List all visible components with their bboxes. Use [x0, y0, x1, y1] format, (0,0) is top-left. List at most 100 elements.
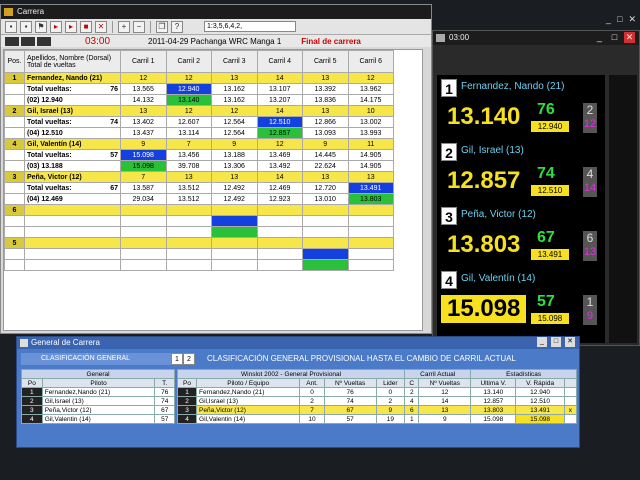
lane-number: 6 [586, 231, 594, 245]
table-row[interactable]: 5 [4, 237, 394, 249]
lane-laps: 13 [302, 171, 349, 183]
toolbar-button-5[interactable]: ▸ [65, 20, 77, 33]
best-lap-label: (02) 12.940 [24, 94, 121, 106]
minus-icon[interactable]: − [133, 20, 145, 33]
table-row[interactable] [4, 248, 394, 260]
tab-2[interactable]: 2 [183, 353, 195, 365]
table-row[interactable]: (04) 12.510 13.437 13.114 12.564 12.857 … [4, 127, 394, 139]
table-row[interactable]: 3 Peña,Victor (12) 7 67 9 6 13 13.803 13… [176, 405, 578, 415]
leaderboard-entry[interactable]: 2 Gil, Israel (13) 12.857 74 12.510 4 14 [437, 139, 605, 203]
table-row[interactable]: 3 Peña, Victor (12) 7 13 13 14 13 13 [4, 171, 394, 183]
close-icon[interactable]: ✕ [624, 32, 635, 43]
lap-count: 74 [537, 165, 555, 182]
table-row[interactable]: 1 Fernandez,Nando (21) 76 [21, 387, 175, 397]
table-row[interactable]: 2 Gil, Israel (13) 13 12 12 14 13 10 [4, 105, 394, 117]
total-label: Total vueltas: 67 [24, 182, 121, 194]
lane-laps: 13 [302, 105, 349, 117]
copy-icon[interactable]: ❐ [156, 20, 168, 33]
lane-laps: 12 [120, 72, 167, 84]
table-row[interactable]: Total vueltas: 76 13.565 12.940 13.162 13… [4, 83, 394, 95]
lap-time: 13.469 [256, 149, 303, 161]
maximize-icon[interactable]: □ [617, 14, 622, 25]
lane-laps: 12 [211, 105, 258, 117]
plus-icon[interactable]: + [118, 20, 130, 33]
lane-laps: 11 [347, 138, 394, 150]
close-icon[interactable]: ✕ [628, 14, 636, 25]
pos-cell: 1 [21, 387, 43, 397]
best-lap: 15.098 [531, 313, 569, 324]
table-row[interactable]: 4 Gil, Valentín (14) 9 7 9 12 9 11 [4, 138, 394, 150]
best-lap: 13.491 [531, 249, 569, 260]
table-row[interactable] [4, 259, 394, 271]
toolbar-button-6[interactable]: ■ [80, 20, 92, 33]
race-name: 2011-04-29 Pachanga WRC Manga 1 [148, 36, 282, 46]
col-header: C [404, 378, 420, 388]
lap-time: 14.132 [120, 94, 167, 106]
lap-time: 13.512 [165, 182, 212, 194]
table-row[interactable]: (04) 12.469 29.034 13.512 12.492 12.923 … [4, 193, 394, 205]
table-row[interactable]: 1 Fernandez,Nando (21) 0 76 0 2 12 13.14… [176, 387, 578, 397]
toolbar-button-7[interactable]: ✕ [95, 20, 107, 33]
lane-order-field[interactable]: 1:3,5,6,4,2, [204, 21, 296, 32]
table-row[interactable]: 1 Fernandez, Nando (21) 12 12 13 14 13 1… [4, 72, 394, 84]
table-row[interactable]: Total vueltas: 67 13.587 13.512 12.492 12… [4, 182, 394, 194]
lane-laps: 7 [120, 171, 167, 183]
last-lap-time: 13.140 [447, 103, 521, 130]
minimize-icon[interactable]: _ [594, 32, 605, 43]
lap-time: 13.114 [165, 127, 212, 139]
table-row[interactable]: 2 Gil,Israel (13) 74 [21, 396, 175, 406]
best-lap-label: (03) 13.188 [24, 160, 121, 172]
lap-time: 13.402 [120, 116, 167, 128]
leaderboard-entry[interactable]: 3 Peña, Victor (12) 13.803 67 13.491 6 1… [437, 203, 605, 267]
lap-time: 12.720 [302, 182, 349, 194]
lap-count: 67 [537, 229, 555, 246]
toolbar-button-4[interactable]: ▸ [50, 20, 62, 33]
race-table: Pos. Apellidos, Nombre (Dorsal) Total de… [4, 50, 394, 271]
status-icons [5, 36, 51, 46]
leaderboard-side-panel [609, 75, 637, 343]
lane-laps: 10 [347, 105, 394, 117]
lap-time: 22.624 [302, 160, 349, 172]
total-label: Total vueltas: 57 [24, 149, 121, 161]
leaderboard-entry[interactable]: 4 Gil, Valentín (14) 15.098 57 15.098 1 … [437, 267, 605, 331]
close-icon[interactable]: ✕ [565, 337, 575, 347]
driver-name: Peña, Victor (12) [461, 209, 536, 220]
table-row[interactable]: 3 Peña,Victor (12) 67 [21, 405, 175, 415]
table-row[interactable]: Total vueltas: 57 15.098 13.456 13.188 13… [4, 149, 394, 161]
lap-time: 12.857 [256, 127, 303, 139]
table-row[interactable]: 4 Gil,Valentin (14) 57 [21, 414, 175, 424]
table-row[interactable]: (03) 13.188 15.098 39.708 13.306 13.492 … [4, 160, 394, 172]
col-header: T. [154, 378, 175, 388]
table-row[interactable] [4, 215, 394, 227]
tab-1[interactable]: 1 [171, 353, 183, 365]
maximize-icon[interactable]: □ [551, 337, 561, 347]
lap-time: 13.456 [165, 149, 212, 161]
leaderboard-entry[interactable]: 1 Fernandez, Nando (21) 13.140 76 12.940… [437, 75, 605, 139]
tab-clasificacion[interactable]: CLASIFICACIÓN GENERAL [21, 353, 171, 365]
app-icon [4, 8, 13, 16]
lap-time: 13.492 [256, 160, 303, 172]
table-row[interactable] [4, 226, 394, 238]
toolbar-separator [150, 20, 151, 33]
flag-icon[interactable]: ⚑ [35, 20, 47, 33]
laps-cell: 74 [154, 396, 175, 406]
lane-laps: 13 [302, 72, 349, 84]
lap-time: 14.175 [347, 94, 394, 106]
table-row[interactable]: Total vueltas: 74 13.402 12.607 12.564 12… [4, 116, 394, 128]
table-row[interactable]: 2 Gil,Israel (13) 2 74 2 4 14 12.857 12.… [176, 396, 578, 406]
lap-time: 12.607 [165, 116, 212, 128]
table-row[interactable]: 6 [4, 204, 394, 216]
minimize-icon[interactable]: _ [606, 14, 611, 25]
position-badge: 1 [441, 79, 457, 97]
table-row[interactable]: (02) 12.940 14.132 13.140 13.162 13.207 … [4, 94, 394, 106]
lap-count: 76 [537, 101, 555, 118]
maximize-icon[interactable]: □ [609, 32, 620, 43]
pos-cell: 4 [21, 414, 43, 424]
toolbar-button-1[interactable]: ▪ [5, 20, 17, 33]
table-row[interactable]: 4 Gil,Valentin (14) 10 57 19 1 9 15.098 … [176, 414, 578, 424]
driver-name: Fernandez, Nando (21) [461, 81, 565, 92]
minimize-icon[interactable]: _ [537, 337, 547, 347]
help-icon[interactable]: ? [171, 20, 183, 33]
col-header: Nº Vueltas [323, 378, 377, 388]
toolbar-button-2[interactable]: ▪ [20, 20, 32, 33]
